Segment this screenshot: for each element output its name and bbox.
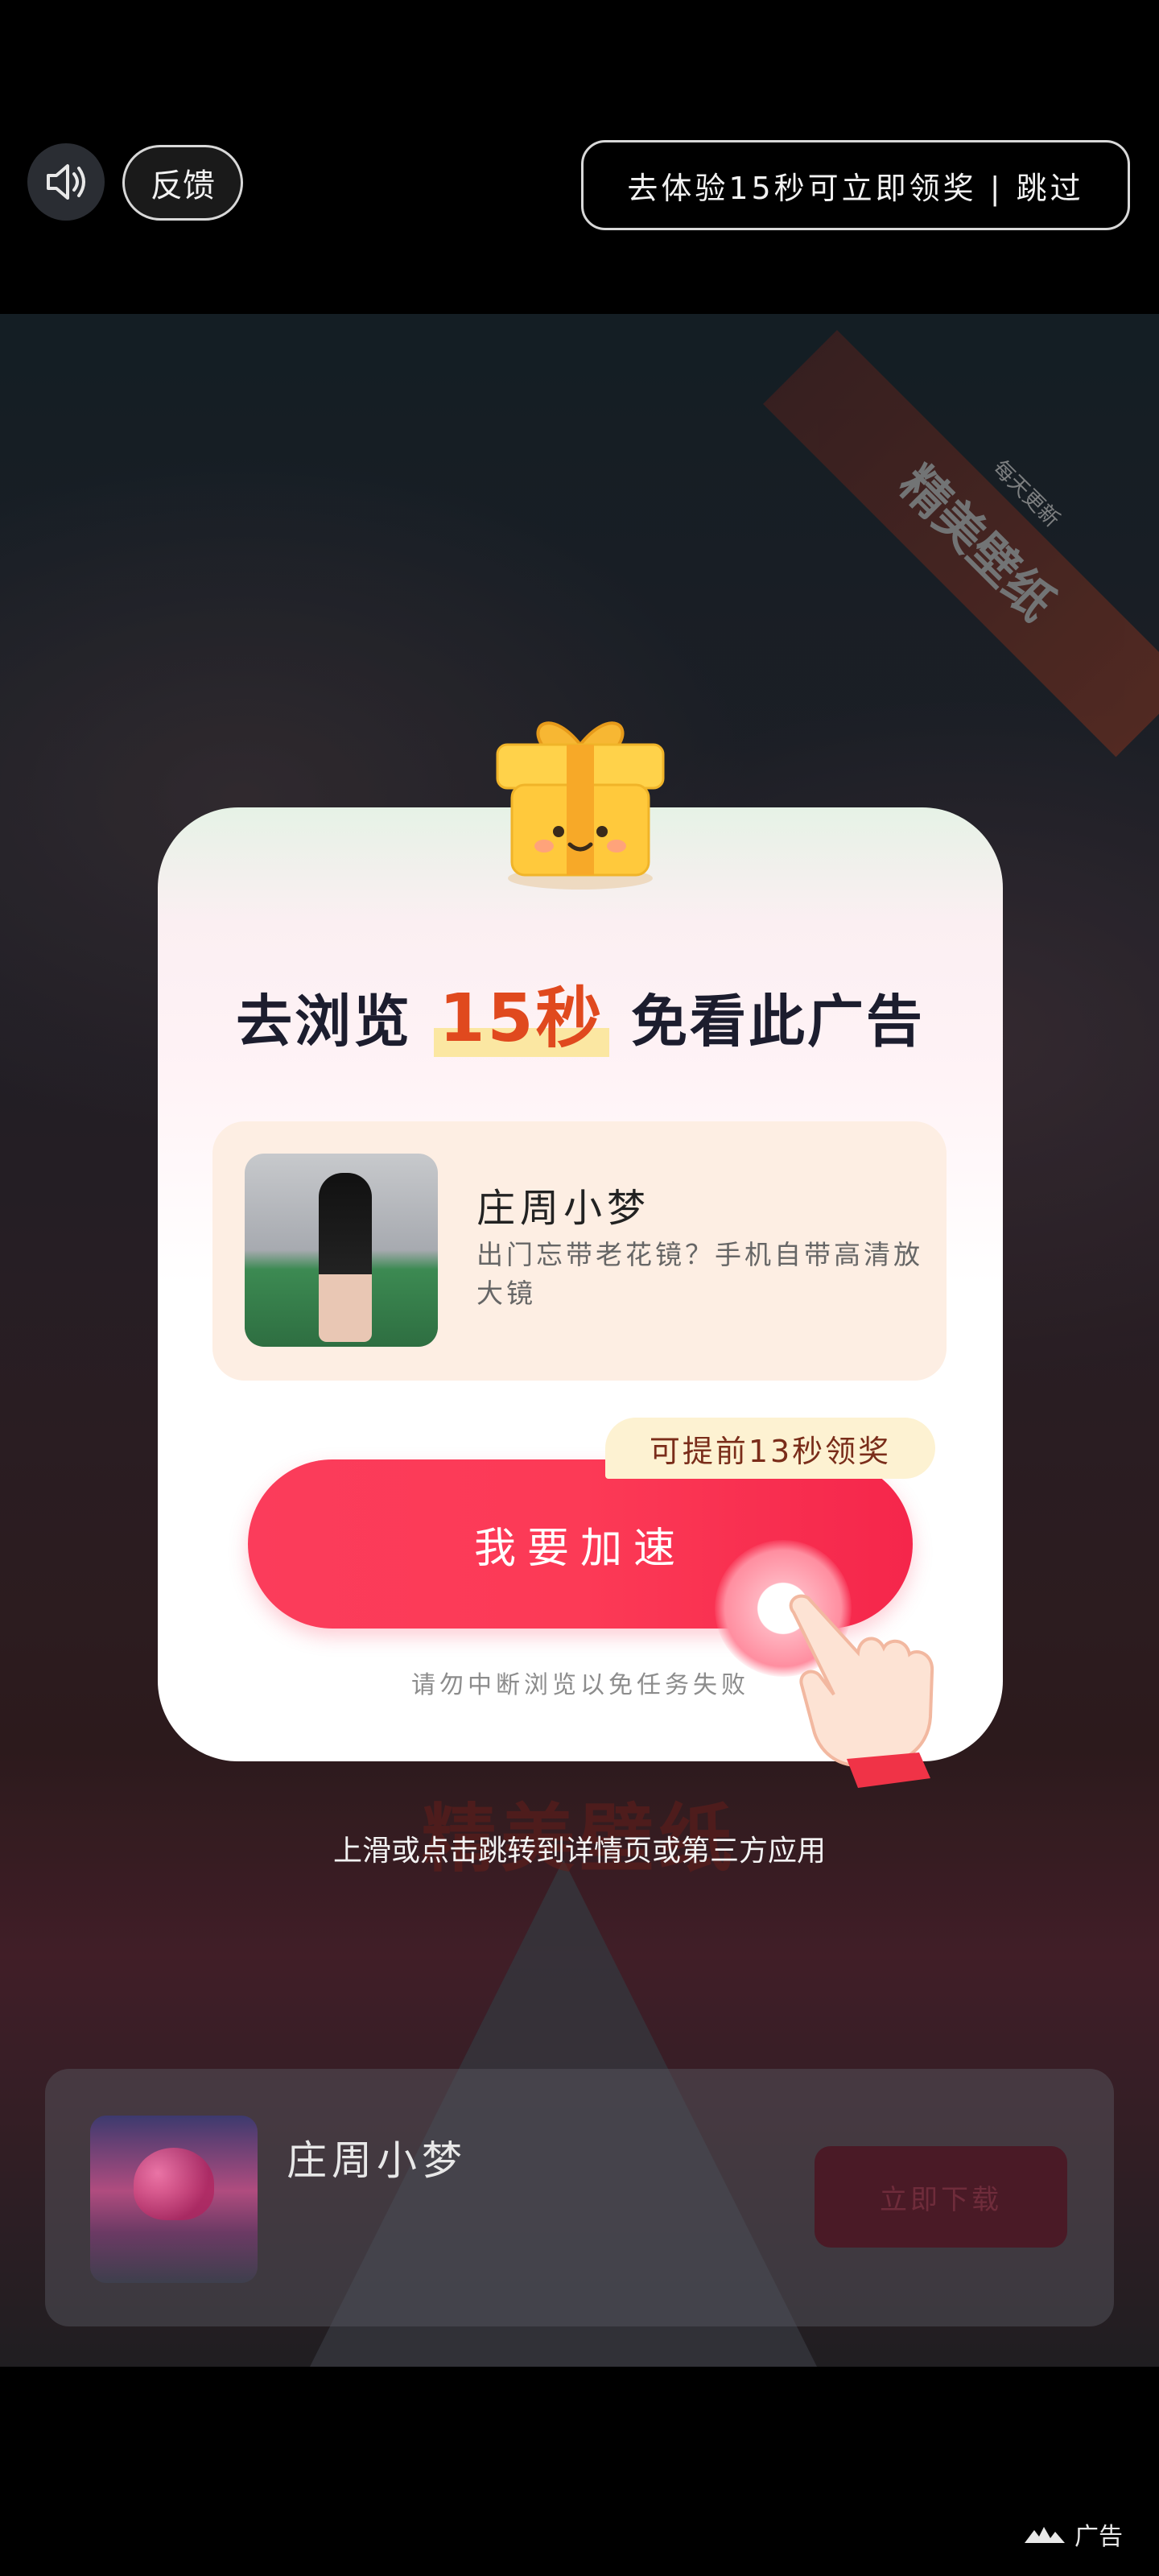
skip-label: 去体验15秒可立即领奖 | 跳过 xyxy=(627,170,1084,206)
app-download-card[interactable]: 庄周小梦 立即下载 xyxy=(45,2069,1114,2326)
app-thumbnail xyxy=(90,2116,258,2283)
title-suffix: 免看此广告 xyxy=(630,989,925,1055)
ad-tag-label: 广告 xyxy=(1074,2523,1123,2551)
skip-button[interactable]: 去体验15秒可立即领奖 | 跳过 xyxy=(581,140,1130,230)
person-figure xyxy=(319,1173,372,1342)
modal-title: 去浏览 15秒 免看此广告 xyxy=(158,964,1003,1060)
swipe-hint: 上滑或点击跳转到详情页或第三方应用 xyxy=(332,1835,826,1868)
gift-box-icon xyxy=(496,721,665,890)
ad-tag: 广告 xyxy=(1004,2512,1141,2557)
sound-toggle-button[interactable] xyxy=(27,143,105,221)
reward-modal: 去浏览 15秒 免看此广告 庄周小梦 出门忘带老花镜？手机自带高清放大镜 可提前… xyxy=(158,721,1003,1788)
feedback-label: 反馈 xyxy=(151,167,215,204)
speaker-icon xyxy=(47,164,85,200)
heart-icon xyxy=(134,2148,214,2220)
top-bar: 反馈 去体验15秒可立即领奖 | 跳过 xyxy=(0,0,1159,314)
task-title: 庄周小梦 xyxy=(476,1186,651,1231)
speed-badge: 可提前13秒领奖 xyxy=(605,1418,935,1479)
download-button[interactable]: 立即下载 xyxy=(815,2146,1067,2248)
title-highlight: 15秒 xyxy=(434,980,609,1057)
app-name: 庄周小梦 xyxy=(287,2137,467,2184)
ad-logo-icon xyxy=(1025,2527,1065,2543)
feedback-button[interactable]: 反馈 xyxy=(122,145,243,221)
task-card[interactable]: 庄周小梦 出门忘带老花镜？手机自带高清放大镜 xyxy=(212,1121,947,1381)
task-description: 出门忘带老花镜？手机自带高清放大镜 xyxy=(476,1239,923,1309)
task-thumbnail xyxy=(245,1154,438,1347)
title-prefix: 去浏览 xyxy=(236,989,413,1055)
pointing-hand-icon xyxy=(789,1594,934,1788)
